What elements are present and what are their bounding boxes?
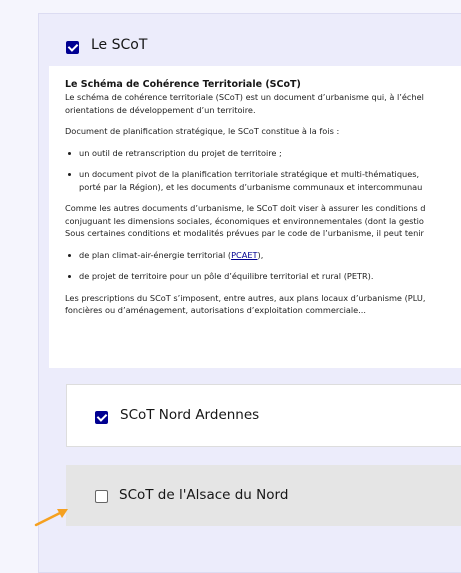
description-text: Comme les autres documents d’urbanisme, … bbox=[65, 203, 426, 213]
scot-item-label: SCoT Nord Ardennes bbox=[120, 407, 260, 423]
list-item: de plan climat-air-énergie territorial (… bbox=[65, 249, 461, 262]
checkbox-checked-icon[interactable] bbox=[95, 411, 108, 424]
scot-item-alsace-du-nord[interactable]: SCoT de l'Alsace du Nord bbox=[66, 465, 461, 526]
description-text: Les prescriptions du SCoT s’imposent, en… bbox=[65, 292, 426, 303]
description-text: Le schéma de cohérence territoriale (SCo… bbox=[65, 92, 424, 102]
list-item: un outil de retranscription du projet de… bbox=[65, 147, 461, 160]
description-box: Le Schéma de Cohérence Territoriale (SCo… bbox=[49, 66, 461, 368]
description-text: Sous certaines conditions et modalités p… bbox=[65, 228, 424, 238]
pointer-arrow-icon bbox=[34, 509, 68, 527]
scot-item-label: SCoT de l'Alsace du Nord bbox=[119, 487, 289, 503]
description-text: porté par la Région), et les documents d… bbox=[79, 181, 423, 192]
list-item: de projet de territoire pour un pôle d’é… bbox=[65, 270, 461, 283]
section-title: Le SCoT bbox=[91, 37, 148, 53]
description-heading: Le Schéma de Cohérence Territoriale (SCo… bbox=[65, 79, 301, 90]
scot-section-checkbox[interactable] bbox=[66, 41, 79, 54]
scot-item-nord-ardennes[interactable]: SCoT Nord Ardennes bbox=[66, 384, 461, 447]
description-text: foncières ou d’aménagement, autorisation… bbox=[65, 305, 366, 315]
description-text: conjuguant les dimensions sociales, écon… bbox=[65, 215, 424, 226]
checkbox-unchecked-icon[interactable] bbox=[95, 490, 108, 503]
description-text: Document de planification stratégique, l… bbox=[65, 126, 340, 136]
description-text: orientations de développement d’un terri… bbox=[65, 104, 256, 115]
pcaet-link[interactable]: PCAET bbox=[231, 250, 257, 260]
list-item: un document pivot de la planification te… bbox=[65, 168, 461, 181]
